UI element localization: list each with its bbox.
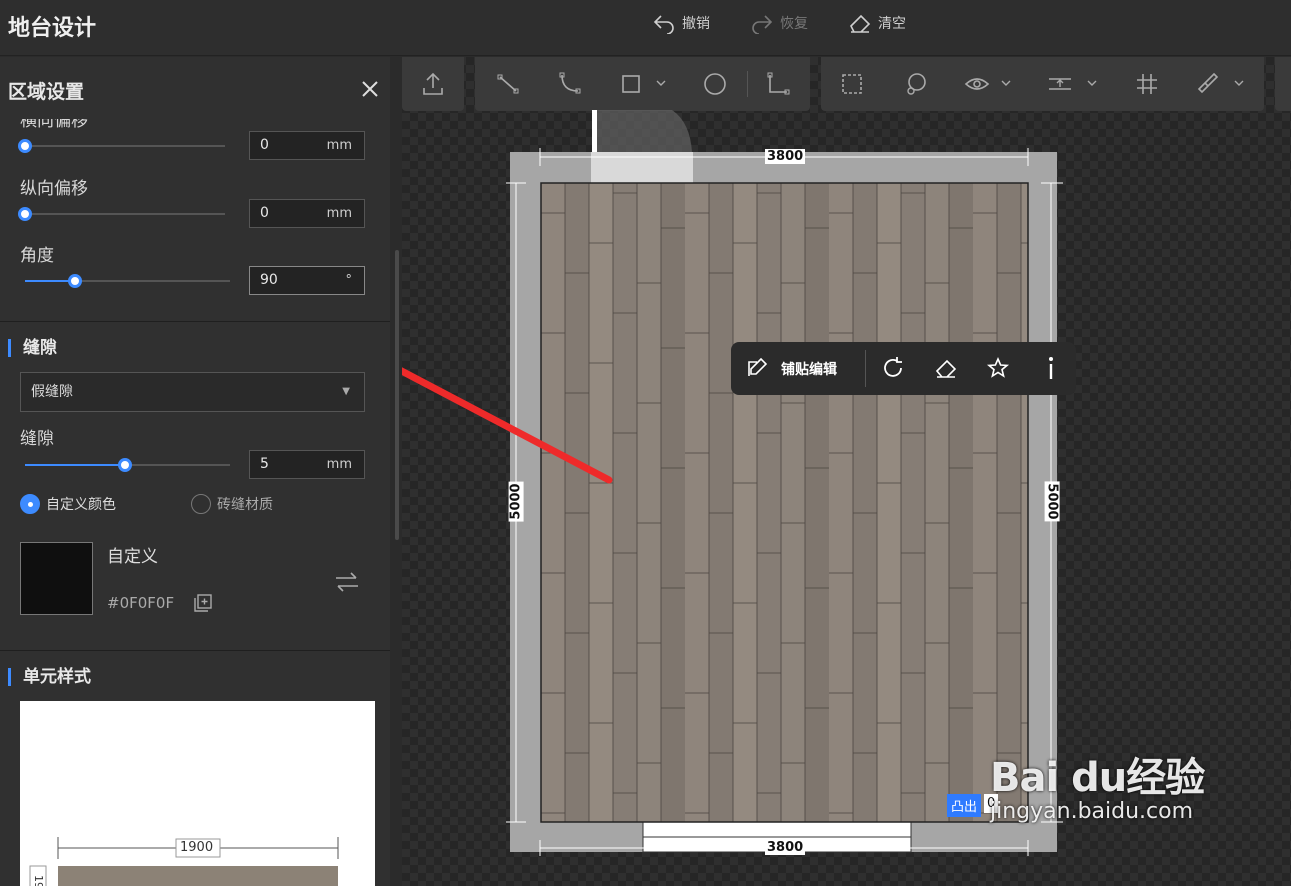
clear-label: 清空 xyxy=(878,16,906,32)
offset-v-input[interactable]: 0 mm xyxy=(249,199,365,228)
radio-checked-icon xyxy=(20,494,40,514)
undo-label: 撤销 xyxy=(682,16,710,32)
gap-unit: mm xyxy=(326,457,352,472)
angle-slider[interactable] xyxy=(25,274,230,288)
panel-title: 区域设置 xyxy=(8,81,85,103)
divider xyxy=(0,650,390,651)
offset-v-value: 0 xyxy=(260,205,269,221)
copy-icon[interactable] xyxy=(193,593,213,613)
eraser-icon xyxy=(850,14,871,33)
preview-height-label: 190 xyxy=(32,875,45,886)
radio-custom-color[interactable]: 自定义颜色 xyxy=(20,494,116,514)
watermark: Bai du经验 jingyan.baidu.com xyxy=(990,745,1205,824)
gap-type-value: 假缝隙 xyxy=(31,384,73,400)
gap-value: 5 xyxy=(260,456,269,472)
slider-knob[interactable] xyxy=(118,458,132,472)
dim-left: 5000 xyxy=(508,481,524,522)
preview-width-label: 1900 xyxy=(180,840,214,855)
slider-fill xyxy=(25,464,125,466)
unit-style-section-title: 单元样式 xyxy=(8,668,91,686)
slider-track xyxy=(20,145,225,147)
slider-track xyxy=(20,213,225,215)
watermark-url: jingyan.baidu.com xyxy=(990,799,1194,824)
panel-header: 区域设置 xyxy=(0,57,390,119)
gap-section-title: 缝隙 xyxy=(8,339,57,357)
edit-icon[interactable] xyxy=(745,356,769,380)
unit-preview-drawing xyxy=(29,837,339,886)
color-hex: #0F0F0F xyxy=(107,594,175,612)
paving-edit-button[interactable]: 铺贴编辑 xyxy=(781,359,837,379)
offset-h-value: 0 xyxy=(260,137,269,153)
info-icon[interactable] xyxy=(1039,355,1063,381)
close-icon[interactable] xyxy=(360,79,380,99)
panel-scrollbar-thumb[interactable] xyxy=(395,250,399,540)
undo-button[interactable]: 撤销 xyxy=(652,12,710,34)
offset-h-slider[interactable] xyxy=(18,139,225,153)
angle-unit: ° xyxy=(345,273,353,288)
dim-right: 5000 xyxy=(1044,481,1060,522)
slider-knob[interactable] xyxy=(18,139,32,153)
protrude-label: 凸出 xyxy=(951,800,978,815)
gap-input[interactable]: 5 mm xyxy=(249,450,365,479)
angle-value: 90 xyxy=(260,272,278,288)
menu-separator xyxy=(865,350,866,387)
angle-input[interactable]: 90 ° xyxy=(249,266,365,295)
offset-v-unit: mm xyxy=(326,206,352,221)
eraser-icon[interactable] xyxy=(934,356,958,380)
color-name: 自定义 xyxy=(107,547,158,567)
rotate-icon[interactable] xyxy=(881,356,905,380)
radio-tile-material[interactable]: 砖缝材质 xyxy=(191,494,273,514)
gap-label: 缝隙 xyxy=(20,429,54,449)
region-settings-panel: 区域设置 横向偏移 0 mm 纵向偏移 0 mm 角度 90 ° 缝隙 假缝隙 … xyxy=(0,57,390,886)
chevron-down-icon: ▼ xyxy=(342,386,350,397)
slider-knob[interactable] xyxy=(68,274,82,288)
dim-bottom: 3800 xyxy=(765,840,806,855)
app-title: 地台设计 xyxy=(8,16,97,41)
redo-button[interactable]: 恢复 xyxy=(750,12,808,34)
swap-icon[interactable] xyxy=(334,571,360,593)
angle-label: 角度 xyxy=(20,246,54,266)
offset-h-unit: mm xyxy=(326,138,352,153)
unit-preview: 1900 190 xyxy=(20,701,375,886)
slider-knob[interactable] xyxy=(18,207,32,221)
offset-v-label: 纵向偏移 xyxy=(20,179,88,199)
undo-icon xyxy=(653,15,674,34)
offset-h-label: 横向偏移 xyxy=(20,119,88,131)
paving-context-menu: 铺贴编辑 xyxy=(731,342,1076,395)
top-actions: 撤销 恢复 清空 xyxy=(652,12,906,34)
watermark-brand: Bai du经验 xyxy=(990,755,1205,801)
settings-scroll-area[interactable]: 横向偏移 0 mm 纵向偏移 0 mm 角度 90 ° 缝隙 假缝隙 ▼ 缝隙 … xyxy=(0,119,390,886)
radio-unchecked-icon xyxy=(191,494,211,514)
gap-slider[interactable] xyxy=(25,458,230,472)
color-swatch[interactable] xyxy=(20,542,93,615)
offset-v-slider[interactable] xyxy=(18,207,225,221)
top-bar: 地台设计 撤销 恢复 清空 xyxy=(0,0,1291,56)
clear-button[interactable]: 清空 xyxy=(848,12,906,34)
protrude-badge[interactable]: 凸出 xyxy=(947,794,982,817)
redo-icon xyxy=(752,15,773,34)
gap-type-select[interactable]: 假缝隙 ▼ xyxy=(20,372,365,412)
dim-top: 3800 xyxy=(765,149,806,164)
offset-h-input[interactable]: 0 mm xyxy=(249,131,365,160)
radio-material-label: 砖缝材质 xyxy=(217,497,273,513)
star-icon[interactable] xyxy=(986,356,1010,380)
radio-custom-label: 自定义颜色 xyxy=(46,497,116,513)
redo-label: 恢复 xyxy=(780,16,808,32)
divider xyxy=(0,321,390,322)
